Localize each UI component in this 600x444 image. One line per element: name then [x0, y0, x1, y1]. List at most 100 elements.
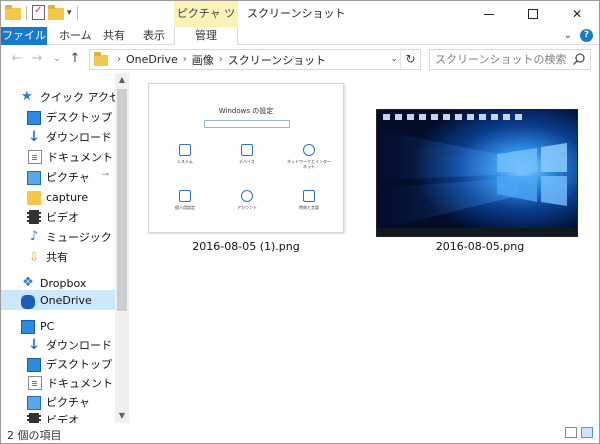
desktop-icons-row	[383, 114, 571, 120]
sidebar-item-videos[interactable]: ビデオ	[1, 207, 115, 227]
thumbnail-tile: 個人用設定	[163, 190, 207, 210]
search-box[interactable]	[429, 49, 591, 70]
breadcrumb-pictures[interactable]: 画像	[192, 52, 214, 68]
sidebar-item-label: デスクトップ	[46, 358, 112, 371]
navigation-pane: ★ クイック アクセス デスクトップ ⊸ ↓ ダウンロード ⊸ ドキュメント ⊸…	[1, 73, 129, 423]
star-icon: ★	[21, 89, 33, 104]
system-icon	[179, 144, 191, 156]
minimize-icon	[484, 13, 494, 15]
search-icon[interactable]	[572, 52, 586, 66]
thumbnail-taskbar	[377, 228, 577, 236]
sidebar-item-downloads[interactable]: ↓ ダウンロード ⊸	[1, 127, 115, 147]
customize-toolbar-dropdown-icon[interactable]: ▾	[67, 8, 72, 18]
pictures-icon	[27, 170, 41, 185]
sidebar-item-music[interactable]: ♪ ミュージック	[1, 227, 115, 247]
windows-wallpaper-image	[377, 110, 577, 236]
large-icons-view-icon[interactable]	[581, 427, 593, 438]
sidebar-item-label: ドキュメント	[47, 377, 113, 390]
sidebar-item-documents[interactable]: ドキュメント ⊸	[1, 147, 115, 167]
sidebar-item-capture[interactable]: capture	[1, 187, 115, 207]
pin-icon: ⊸	[101, 150, 109, 160]
sidebar-item-onedrive[interactable]: OneDrive	[1, 290, 115, 310]
file-item[interactable]: Windows の設定 システム デバイス ネットワークとインターネット 個人用…	[130, 73, 362, 263]
folder-icon[interactable]	[5, 4, 21, 20]
window-controls: ✕	[467, 1, 599, 27]
refresh-button[interactable]: ↻	[400, 50, 420, 69]
sidebar-item-desktop[interactable]: デスクトップ ⊸	[1, 107, 115, 127]
toolbar-divider	[26, 5, 27, 20]
properties-icon[interactable]	[32, 5, 45, 20]
expand-ribbon-icon[interactable]: ⌄	[564, 30, 572, 41]
breadcrumb-separator[interactable]: ›	[219, 54, 223, 65]
tab-manage[interactable]: 管理	[174, 27, 238, 45]
music-icon: ♪	[29, 229, 39, 244]
address-dropdown-icon[interactable]: ⌄	[390, 54, 398, 64]
sidebar-item-pc-pictures[interactable]: ピクチャ	[1, 392, 115, 412]
file-thumbnail: Windows の設定 システム デバイス ネットワークとインターネット 個人用…	[148, 83, 344, 233]
tab-file[interactable]: ファイル	[1, 27, 47, 45]
new-folder-icon[interactable]	[48, 4, 64, 20]
sidebar-item-label: OneDrive	[40, 293, 92, 307]
sidebar-item-pictures[interactable]: ピクチャ ⊸	[1, 167, 115, 187]
tab-view[interactable]: 表示	[135, 27, 173, 45]
scroll-up-icon[interactable]: ▲	[115, 73, 129, 87]
thumbnail-tile-label: デバイス	[239, 159, 255, 164]
desktop-shortcut-icon	[455, 114, 462, 120]
file-name: 2016-08-05 (1).png	[192, 240, 300, 253]
breadcrumb-onedrive[interactable]: OneDrive	[126, 53, 178, 66]
quick-access-toolbar: ▾	[5, 4, 80, 20]
sidebar-item-pc-videos[interactable]: ビデオ	[1, 410, 115, 423]
video-icon	[27, 210, 41, 224]
sidebar-item-pc-documents[interactable]: ドキュメント	[1, 373, 115, 393]
details-view-icon[interactable]	[565, 427, 577, 438]
time-language-icon	[303, 190, 315, 202]
breadcrumb-separator[interactable]: ›	[117, 54, 121, 65]
pin-icon: ⊸	[101, 170, 109, 180]
sidebar-item-label: capture	[46, 190, 89, 204]
file-item[interactable]: 2016-08-05.png	[362, 73, 598, 263]
breadcrumb-screenshots[interactable]: スクリーンショット	[228, 52, 326, 68]
thumbnail-tile-label: システム	[177, 159, 193, 164]
sidebar-item-label: Dropbox	[40, 276, 87, 290]
address-bar[interactable]: › OneDrive › 画像 › スクリーンショット ⌄ ↻	[89, 49, 421, 70]
contextual-tab-header: ピクチャ ツール	[174, 1, 238, 46]
maximize-icon	[528, 9, 538, 19]
thumbnail-search-box	[204, 120, 290, 128]
status-bar: 2 個の項目	[1, 423, 599, 443]
forward-button[interactable]: →	[29, 50, 45, 68]
sidebar-item-label: ミュージック	[46, 231, 112, 244]
onedrive-icon	[21, 295, 35, 309]
sidebar-item-pc[interactable]: PC	[1, 316, 115, 336]
sidebar-item-quick-access[interactable]: ★ クイック アクセス	[1, 87, 128, 107]
desktop-shortcut-icon	[467, 114, 474, 120]
help-icon[interactable]: ?	[580, 29, 593, 42]
dropbox-icon: ❖	[22, 275, 34, 290]
sidebar-item-pc-downloads[interactable]: ↓ ダウンロード	[1, 335, 115, 355]
minimize-button[interactable]	[467, 1, 511, 27]
tab-share[interactable]: 共有	[95, 27, 133, 45]
close-button[interactable]: ✕	[555, 1, 599, 27]
thumbnail-tile-label: アカウント	[237, 205, 257, 210]
scrollbar-thumb[interactable]	[117, 89, 127, 311]
video-icon	[27, 413, 41, 423]
scroll-down-icon[interactable]: ▼	[115, 409, 129, 423]
pin-icon: ⊸	[101, 130, 109, 140]
desktop-shortcut-icon	[479, 114, 486, 120]
devices-icon	[241, 144, 253, 156]
desktop-shortcut-icon	[431, 114, 438, 120]
recent-locations-button[interactable]: ⌄	[49, 50, 65, 68]
tab-home[interactable]: ホーム	[51, 27, 100, 45]
up-button[interactable]: ↑	[67, 50, 83, 68]
search-input[interactable]	[430, 50, 570, 69]
sidebar-item-shared[interactable]: ⇩ 共有	[1, 247, 115, 267]
sidebar-item-pc-desktop[interactable]: デスクトップ	[1, 354, 115, 374]
sidebar-item-label: PC	[40, 319, 55, 333]
sidebar-item-label: 共有	[46, 251, 68, 264]
breadcrumb-separator[interactable]: ›	[183, 54, 187, 65]
item-count: 2 個の項目	[7, 429, 62, 442]
ribbon-right-controls: ⌄ ?	[564, 29, 593, 42]
maximize-button[interactable]	[511, 1, 555, 27]
thumbnail-tile: 時刻と言語	[287, 190, 331, 210]
back-button[interactable]: ←	[9, 50, 25, 68]
navigation-pane-scrollbar[interactable]: ▲ ▼	[115, 73, 129, 423]
